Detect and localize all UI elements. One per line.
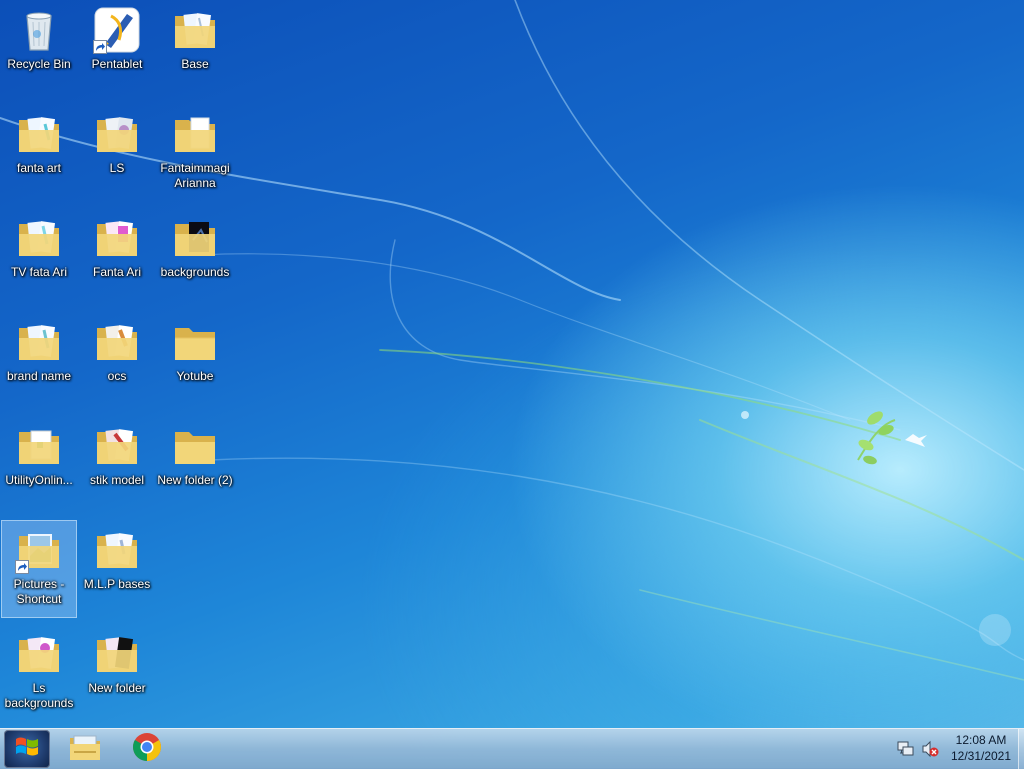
desktop-icon-fantaimmagi-arianna[interactable]: Fantaimmagi Arianna xyxy=(157,104,233,202)
desktop-icon-fanta-art[interactable]: fanta art xyxy=(1,104,77,202)
desktop-icon-backgrounds[interactable]: backgrounds xyxy=(157,208,233,306)
clock-time: 12:08 AM xyxy=(955,733,1007,747)
folder-icon xyxy=(93,630,141,678)
desktop-icon-new-folder[interactable]: New folder xyxy=(79,624,155,722)
desktop-icon-new-folder-2[interactable]: New folder (2) xyxy=(157,416,233,514)
icon-label: ocs xyxy=(107,369,127,383)
icon-label: Pictures - Shortcut xyxy=(13,577,65,606)
desktop-icon-ls-backgrounds[interactable]: Ls backgrounds xyxy=(1,624,77,722)
icon-label: LS xyxy=(109,161,125,175)
system-tray xyxy=(0,729,1024,769)
clock[interactable]: 12:08 AM 12/31/2021 xyxy=(945,732,1017,764)
icon-label: backgrounds xyxy=(160,265,230,279)
icon-label: Recycle Bin xyxy=(7,57,71,71)
desktop-icon-ls[interactable]: LS xyxy=(79,104,155,202)
desktop-icon-tv-fata-ari[interactable]: TV fata Ari xyxy=(1,208,77,306)
folder-icon xyxy=(15,110,63,158)
folder-icon xyxy=(171,110,219,158)
desktop-icon-yotube[interactable]: Yotube xyxy=(157,312,233,410)
desktop-icon-pentablet[interactable]: Pentablet xyxy=(79,0,155,98)
icon-label: M.L.P bases xyxy=(83,577,151,591)
shortcut-arrow-icon xyxy=(93,40,107,54)
volume-muted-icon[interactable] xyxy=(921,740,939,758)
folder-icon xyxy=(171,214,219,262)
folder-icon xyxy=(15,318,63,366)
folder-icon xyxy=(171,318,219,366)
icon-label: TV fata Ari xyxy=(10,265,68,279)
icon-label: fanta art xyxy=(16,161,62,175)
icon-label: stik model xyxy=(89,473,145,487)
icon-label: Base xyxy=(181,57,209,71)
icon-label: Fantaimmagi Arianna xyxy=(160,161,230,190)
icon-label: Yotube xyxy=(176,369,214,383)
folder-icon xyxy=(171,6,219,54)
recycle-bin-icon xyxy=(15,6,63,54)
icon-label: New folder (2) xyxy=(157,473,233,487)
desktop-icon-recycle-bin[interactable]: Recycle Bin xyxy=(1,0,77,98)
desktop-icon-brand-name[interactable]: brand name xyxy=(1,312,77,410)
icon-label: Pentablet xyxy=(91,57,143,71)
folder-icon xyxy=(171,422,219,470)
icon-label: brand name xyxy=(6,369,72,383)
folder-icon xyxy=(93,318,141,366)
pentablet-app-icon xyxy=(93,6,141,54)
folder-icon xyxy=(93,110,141,158)
desktop-icon-utilityonline[interactable]: UtilityOnlin... xyxy=(1,416,77,514)
desktop-icon-fanta-ari[interactable]: Fanta Ari xyxy=(79,208,155,306)
icon-label: Fanta Ari xyxy=(92,265,142,279)
desktop-icon-ocs[interactable]: ocs xyxy=(79,312,155,410)
icon-label: UtilityOnlin... xyxy=(5,473,73,487)
folder-icon xyxy=(15,630,63,678)
taskbar: 12:08 AM 12/31/2021 xyxy=(0,728,1024,769)
desktop-icon-base[interactable]: Base xyxy=(157,0,233,98)
folder-shortcut-icon xyxy=(15,526,63,574)
network-icon[interactable] xyxy=(897,740,915,758)
folder-icon xyxy=(93,526,141,574)
desktop-icon-stik-model[interactable]: stik model xyxy=(79,416,155,514)
icon-label: New folder xyxy=(88,681,146,695)
icon-label: Ls backgrounds xyxy=(4,681,74,710)
show-desktop-button[interactable] xyxy=(1018,729,1024,769)
folder-icon xyxy=(93,422,141,470)
folder-icon xyxy=(93,214,141,262)
desktop-icon-mlp-bases[interactable]: M.L.P bases xyxy=(79,520,155,618)
folder-icon xyxy=(15,214,63,262)
folder-icon xyxy=(15,422,63,470)
desktop-icon-pictures-shortcut[interactable]: Pictures - Shortcut xyxy=(1,520,77,618)
clock-date: 12/31/2021 xyxy=(950,749,1012,763)
shortcut-arrow-icon xyxy=(15,560,29,574)
